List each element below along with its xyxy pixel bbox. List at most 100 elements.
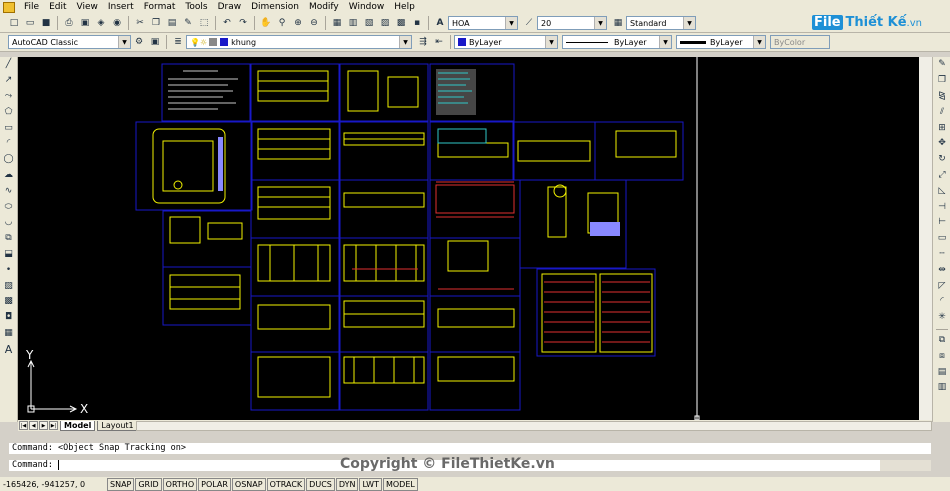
paste-icon[interactable]: ▤ <box>165 16 179 30</box>
trim-icon[interactable]: ⊣ <box>935 200 949 214</box>
prev-tab-icon[interactable]: ◀ <box>29 421 38 430</box>
sheet-frame[interactable] <box>339 237 429 297</box>
menu-format[interactable]: Format <box>139 0 181 14</box>
dim-style-icon[interactable]: ⟋ <box>522 16 536 30</box>
ellipse-icon[interactable]: ⬭ <box>2 200 16 214</box>
block-editor-icon[interactable]: ⬚ <box>197 16 211 30</box>
send-under-icon[interactable]: ▥ <box>935 381 949 395</box>
polyline-icon[interactable]: ⤳ <box>2 90 16 104</box>
save-icon[interactable]: ■ <box>39 16 53 30</box>
menu-help[interactable]: Help <box>389 0 420 14</box>
construction-line-icon[interactable]: ↗ <box>2 74 16 88</box>
table-style-select[interactable]: Standard ▼ <box>626 16 696 30</box>
circle-icon[interactable]: ◯ <box>2 153 16 167</box>
properties-icon[interactable]: ▦ <box>330 16 344 30</box>
sheet-frame[interactable] <box>429 237 521 297</box>
app-icon[interactable] <box>3 1 15 13</box>
tool-palettes-icon[interactable]: ▧ <box>362 16 376 30</box>
break-icon[interactable]: ╌ <box>935 248 949 262</box>
ducs-toggle[interactable]: DUCS <box>306 477 335 491</box>
publish-icon[interactable]: ◈ <box>94 16 108 30</box>
sheet-frame[interactable] <box>250 237 340 297</box>
text-style-select[interactable]: HOA ▼ <box>448 16 518 30</box>
preview-icon[interactable]: ▣ <box>78 16 92 30</box>
menu-edit[interactable]: Edit <box>44 0 71 14</box>
lwt-toggle[interactable]: LWT <box>359 477 382 491</box>
arc-icon[interactable]: ◜ <box>2 137 16 151</box>
redo-icon[interactable]: ↷ <box>236 16 250 30</box>
explode-icon[interactable]: ✳ <box>935 311 949 325</box>
draw-order-back-icon[interactable]: ⧈ <box>935 349 949 363</box>
undo-icon[interactable]: ↶ <box>220 16 234 30</box>
sheet-frame[interactable] <box>339 63 429 122</box>
new-icon[interactable]: □ <box>7 16 21 30</box>
sheet-frame[interactable] <box>429 295 521 353</box>
table-icon[interactable]: ▦ <box>2 327 16 341</box>
tab-layout1[interactable]: Layout1 <box>97 420 138 431</box>
sheet-frame[interactable] <box>250 351 340 411</box>
next-tab-icon[interactable]: ▶ <box>39 421 48 430</box>
sheet-frame[interactable] <box>250 179 340 239</box>
sheet-frame[interactable] <box>250 121 340 181</box>
point-icon[interactable]: • <box>2 263 16 277</box>
rectangle-icon[interactable]: ▭ <box>2 121 16 135</box>
bring-above-icon[interactable]: ▤ <box>935 365 949 379</box>
menu-modify[interactable]: Modify <box>304 0 344 14</box>
lineweight-select[interactable]: ByLayer ▼ <box>676 35 766 49</box>
gradient-icon[interactable]: ▩ <box>2 295 16 309</box>
array-icon[interactable]: ⊞ <box>935 121 949 135</box>
ellipse-arc-icon[interactable]: ◡ <box>2 216 16 230</box>
fillet-icon[interactable]: ◜ <box>935 295 949 309</box>
first-tab-icon[interactable]: |◀ <box>19 421 28 430</box>
sheet-frame[interactable] <box>250 295 340 353</box>
horizontal-scrollbar[interactable] <box>136 421 932 431</box>
break-at-point-icon[interactable]: ▭ <box>935 232 949 246</box>
match-properties-icon[interactable]: ✎ <box>181 16 195 30</box>
line-icon[interactable]: ╱ <box>2 58 16 72</box>
calculator-icon[interactable]: ▪ <box>410 16 424 30</box>
menu-view[interactable]: View <box>72 0 103 14</box>
dyn-toggle[interactable]: DYN <box>335 477 359 491</box>
draw-order-front-icon[interactable]: ⧉ <box>935 334 949 348</box>
menu-insert[interactable]: Insert <box>103 0 139 14</box>
copy-icon[interactable]: ❐ <box>149 16 163 30</box>
3d-dwf-icon[interactable]: ◉ <box>110 16 124 30</box>
chamfer-icon[interactable]: ◸ <box>935 279 949 293</box>
layer-previous-icon[interactable]: ⇤ <box>432 35 446 49</box>
model-space-canvas[interactable]: Y X <box>18 57 932 420</box>
dim-style-select[interactable]: 20 ▼ <box>537 16 607 30</box>
make-block-icon[interactable]: ⬓ <box>2 248 16 262</box>
grid-toggle[interactable]: GRID <box>135 477 162 491</box>
region-icon[interactable]: ◘ <box>2 311 16 325</box>
sheet-frame[interactable] <box>339 179 429 239</box>
copy-object-icon[interactable]: ❐ <box>935 74 949 88</box>
model-toggle[interactable]: MODEL <box>382 477 418 491</box>
menu-file[interactable]: File <box>19 0 44 14</box>
linetype-select[interactable]: ByLayer ▼ <box>562 35 672 49</box>
polygon-icon[interactable]: ⬠ <box>2 105 16 119</box>
spline-icon[interactable]: ∿ <box>2 184 16 198</box>
move-icon[interactable]: ✥ <box>935 137 949 151</box>
menu-draw[interactable]: Draw <box>213 0 247 14</box>
snap-toggle[interactable]: SNAP <box>107 477 135 491</box>
rotate-icon[interactable]: ↻ <box>935 153 949 167</box>
zoom-window-icon[interactable]: ⊕ <box>291 16 305 30</box>
extend-icon[interactable]: ⊢ <box>935 216 949 230</box>
sheet-set-icon[interactable]: ▨ <box>378 16 392 30</box>
hatch-icon[interactable]: ▨ <box>2 279 16 293</box>
text-style-icon[interactable]: A <box>433 16 447 30</box>
offset-icon[interactable]: ⫽ <box>935 105 949 119</box>
join-icon[interactable]: ⇹ <box>935 263 949 277</box>
ortho-toggle[interactable]: ORTHO <box>162 477 198 491</box>
layer-manager-icon[interactable]: ≣ <box>171 35 185 49</box>
sheet-frame[interactable] <box>339 295 429 353</box>
polar-toggle[interactable]: POLAR <box>198 477 231 491</box>
plot-icon[interactable]: ⎙ <box>62 16 76 30</box>
workspace-settings-icon[interactable]: ⚙ <box>132 35 146 49</box>
sheet-frame[interactable] <box>429 179 521 239</box>
scale-icon[interactable]: ⤢ <box>935 169 949 183</box>
make-current-layer-icon[interactable]: ⇶ <box>416 35 430 49</box>
markup-icon[interactable]: ▩ <box>394 16 408 30</box>
menu-tools[interactable]: Tools <box>180 0 212 14</box>
stretch-icon[interactable]: ◺ <box>935 184 949 198</box>
